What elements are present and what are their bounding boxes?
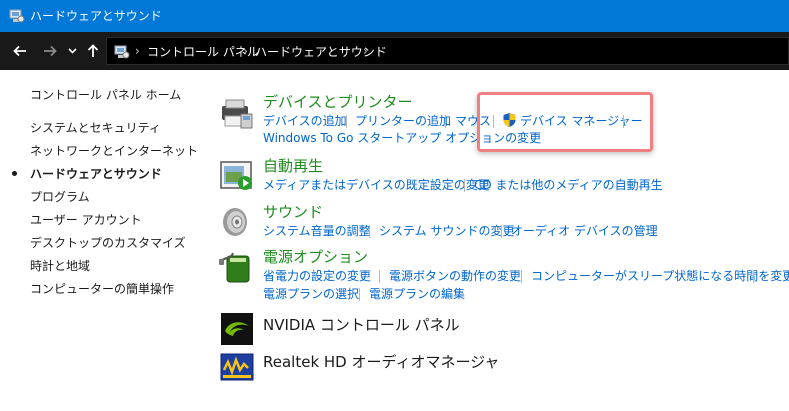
sidebar-item-desktop[interactable]: デスクトップのカスタマイズ: [30, 235, 186, 251]
sidebar-item-system-security[interactable]: システムとセキュリティ: [30, 120, 161, 136]
window-title: ハードウェアとサウンド: [30, 9, 162, 23]
current-item-bullet: [12, 171, 17, 176]
add-printer-link[interactable]: プリンターの追加: [355, 113, 451, 129]
sidebar-item-home[interactable]: コントロール パネル ホーム: [30, 87, 181, 103]
link-separator: [753, 270, 754, 283]
nvidia-icon: [221, 313, 253, 345]
sidebar-item-programs[interactable]: プログラム: [30, 189, 90, 205]
arrow-left-icon: [13, 45, 26, 57]
link-separator: [521, 270, 522, 283]
realtek-audio-manager-link[interactable]: Realtek HD オーディオマネージャ: [263, 353, 499, 371]
sidebar-item-ease-of-access[interactable]: コンピューターの簡単操作: [30, 281, 174, 297]
cd-autoplay-link[interactable]: CD または他のメディアの自動再生: [474, 177, 663, 193]
link-separator: [464, 179, 465, 192]
control-panel-icon: [9, 9, 25, 23]
power-button-link[interactable]: 電源ボタンの動作の変更: [389, 268, 521, 284]
sidebar-item-user-accounts[interactable]: ユーザー アカウント: [30, 212, 142, 228]
link-separator: [359, 288, 360, 301]
link-separator: [445, 115, 446, 128]
arrow-right-icon: [44, 45, 57, 57]
change-sounds-link[interactable]: システム サウンドの変更: [379, 223, 514, 239]
choose-power-plan-link[interactable]: 電源プランの選択: [263, 286, 359, 302]
devices-printers-title[interactable]: デバイスとプリンター: [263, 93, 413, 111]
breadcrumb-separator-icon: ›: [243, 44, 248, 58]
edit-power-plan-link[interactable]: 電源プランの編集: [369, 286, 465, 302]
link-separator: [369, 225, 370, 238]
power-options-title[interactable]: 電源オプション: [263, 248, 368, 266]
back-button[interactable]: [8, 32, 32, 70]
sidebar-item-network[interactable]: ネットワークとインターネット: [30, 143, 198, 159]
recent-locations-button[interactable]: [64, 32, 80, 70]
sound-title[interactable]: サウンド: [263, 203, 323, 221]
media-defaults-link[interactable]: メディアまたはデバイスの既定設定の変更: [263, 177, 490, 193]
navigation-bar: › コントロール パネル › ハードウェアとサウンド ›: [0, 32, 789, 70]
nvidia-control-panel-link[interactable]: NVIDIA コントロール パネル: [263, 316, 460, 334]
breadcrumb-separator-icon: ›: [135, 44, 140, 58]
autoplay-title[interactable]: 自動再生: [263, 157, 323, 175]
link-separator: [501, 225, 502, 238]
chevron-down-icon: [67, 48, 77, 54]
manage-audio-devices-link[interactable]: オーディオ デバイスの管理: [511, 223, 658, 239]
up-button[interactable]: [82, 32, 104, 70]
link-separator: [346, 115, 347, 128]
arrow-up-icon: [87, 44, 99, 57]
sidebar-item-clock-region[interactable]: 時計と地域: [30, 258, 90, 274]
address-bar[interactable]: › コントロール パネル › ハードウェアとサウンド ›: [106, 37, 789, 65]
adjust-volume-link[interactable]: システム音量の調整: [263, 223, 371, 239]
battery-icon: [219, 252, 250, 283]
add-device-link[interactable]: デバイスの追加: [263, 113, 347, 129]
autoplay-icon: [220, 161, 252, 190]
power-saving-link[interactable]: 省電力の設定の変更: [263, 268, 371, 284]
sleep-time-link[interactable]: コンピューターがスリープ状態になる時間を変更: [531, 268, 789, 284]
breadcrumb-separator-icon: ›: [363, 44, 368, 58]
sidebar-item-hardware-sound: ハードウェアとサウンド: [30, 167, 162, 181]
printer-icon: [222, 99, 253, 129]
device-manager-highlight: [477, 92, 653, 152]
control-panel-icon: [114, 45, 130, 59]
title-bar: ハードウェアとサウンド: [0, 0, 789, 32]
speaker-icon: [223, 208, 247, 236]
realtek-icon: [220, 353, 254, 381]
forward-button[interactable]: [38, 32, 62, 70]
link-separator: [379, 270, 380, 283]
